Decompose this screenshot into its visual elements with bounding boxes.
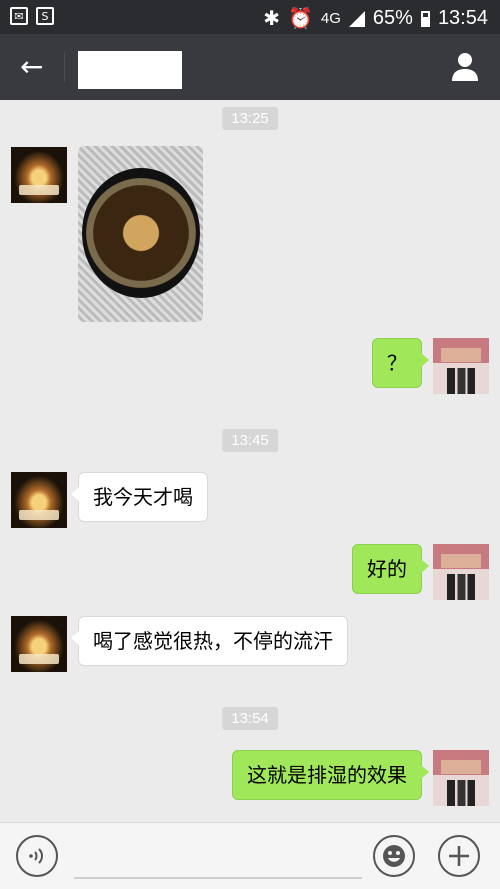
- mail-icon: ✉: [10, 7, 28, 25]
- message-bubble-right[interactable]: 这就是排湿的效果: [232, 750, 429, 800]
- self-avatar[interactable]: [433, 338, 489, 394]
- status-time: 13:54: [437, 7, 488, 29]
- message-input[interactable]: [74, 877, 362, 879]
- chat-header: ←: [0, 34, 500, 100]
- header-divider: [64, 52, 65, 82]
- message-bubble-right[interactable]: ？: [372, 338, 429, 388]
- self-avatar[interactable]: [433, 544, 489, 600]
- timestamp: 13:54: [222, 707, 278, 730]
- status-bar: ✉ S ✱ ⏰ 4G 65% 13:54: [0, 0, 500, 34]
- contact-avatar[interactable]: [11, 616, 67, 672]
- self-avatar[interactable]: [433, 750, 489, 806]
- timestamp: 13:45: [222, 429, 278, 452]
- chat-title: [78, 51, 182, 89]
- network-type: 4G: [320, 10, 341, 27]
- back-arrow-icon[interactable]: ←: [20, 52, 50, 82]
- input-bar: [0, 822, 500, 889]
- contact-avatar[interactable]: [11, 147, 67, 203]
- alarm-icon: ⏰: [287, 8, 313, 30]
- message-bubble-left[interactable]: 喝了感觉很热，不停的流汗: [71, 616, 348, 666]
- signal-icon: [348, 10, 365, 27]
- timestamp: 13:25: [222, 107, 278, 130]
- s-app-icon: S: [36, 7, 54, 25]
- bluetooth-icon: ✱: [263, 8, 280, 30]
- battery-icon: [420, 10, 430, 27]
- voice-icon[interactable]: [16, 835, 58, 877]
- image-bowl: [82, 168, 200, 298]
- message-bubble-left[interactable]: 我今天才喝: [71, 472, 208, 522]
- contact-avatar[interactable]: [11, 472, 67, 528]
- profile-icon[interactable]: [450, 50, 480, 82]
- message-image[interactable]: [78, 146, 203, 322]
- battery-percent: 65%: [372, 7, 413, 29]
- emoji-icon[interactable]: [373, 835, 415, 877]
- add-icon[interactable]: [438, 835, 480, 877]
- message-bubble-right[interactable]: 好的: [352, 544, 429, 594]
